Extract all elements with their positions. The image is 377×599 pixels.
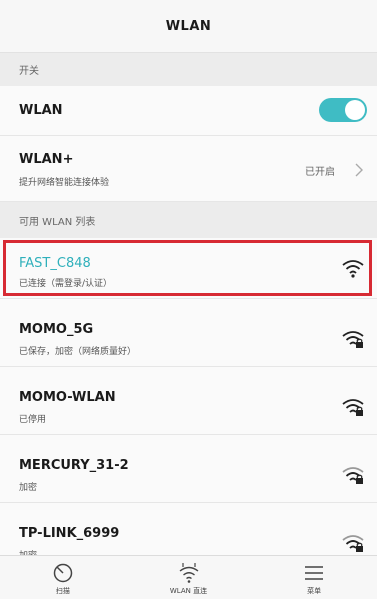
section-label: 可用 WLAN 列表: [19, 216, 96, 228]
wlan-switch-label: WLAN: [19, 103, 63, 118]
wifi-locked-icon: [342, 535, 364, 552]
wlan-direct-icon: [179, 563, 198, 583]
network-ssid: TP-LINK_6999: [19, 526, 120, 541]
network-item[interactable]: FAST_C848 已连接（需登录/认证）: [0, 238, 377, 299]
page-title: WLAN: [165, 18, 212, 34]
network-status: 已保存，加密（网络质量好）: [19, 347, 137, 357]
tab-wlan-direct[interactable]: WLAN 直连: [126, 556, 252, 599]
wifi-locked-icon: [342, 399, 364, 416]
chevron-right-icon: [355, 163, 363, 177]
tab-scan[interactable]: 扫描: [0, 556, 126, 599]
network-item[interactable]: MOMO_5G 已保存，加密（网络质量好）: [0, 299, 377, 367]
section-header-switch: 开关: [0, 53, 377, 86]
wlan-plus-row[interactable]: WLAN+ 提升网络智能连接体验 已开启: [0, 136, 377, 202]
wlan-plus-status: 已开启: [305, 167, 335, 178]
tab-label: WLAN 直连: [169, 587, 208, 595]
section-label: 开关: [19, 66, 39, 77]
network-ssid: MOMO_5G: [19, 322, 94, 337]
wlan-switch-row[interactable]: WLAN: [0, 86, 377, 136]
network-status: 加密: [19, 483, 38, 493]
wifi-locked-icon: [342, 331, 364, 348]
scan-icon: [53, 563, 73, 583]
network-ssid: FAST_C848: [19, 256, 91, 271]
tab-label: 菜单: [307, 587, 322, 595]
wifi-locked-icon: [342, 467, 364, 484]
tab-menu[interactable]: 菜单: [251, 556, 377, 599]
wlan-toggle[interactable]: [319, 98, 367, 122]
bottom-tab-bar: 扫描 WLAN 直连 菜单: [0, 555, 377, 599]
menu-icon: [305, 566, 324, 580]
network-status: 已停用: [19, 415, 47, 425]
network-item[interactable]: MERCURY_31-2 加密: [0, 435, 377, 503]
network-status: 已连接（需登录/认证）: [19, 279, 113, 289]
wlan-plus-label: WLAN+: [19, 152, 74, 167]
network-ssid: MOMO-WLAN: [19, 390, 116, 405]
network-ssid: MERCURY_31-2: [19, 458, 129, 473]
toggle-knob: [345, 100, 365, 120]
section-header-available: 可用 WLAN 列表: [0, 202, 377, 238]
wifi-signal-icon: [342, 260, 364, 278]
wlan-plus-description: 提升网络智能连接体验: [19, 178, 110, 188]
network-item[interactable]: MOMO-WLAN 已停用: [0, 367, 377, 435]
app-header: WLAN: [0, 0, 377, 53]
tab-label: 扫描: [55, 587, 70, 595]
